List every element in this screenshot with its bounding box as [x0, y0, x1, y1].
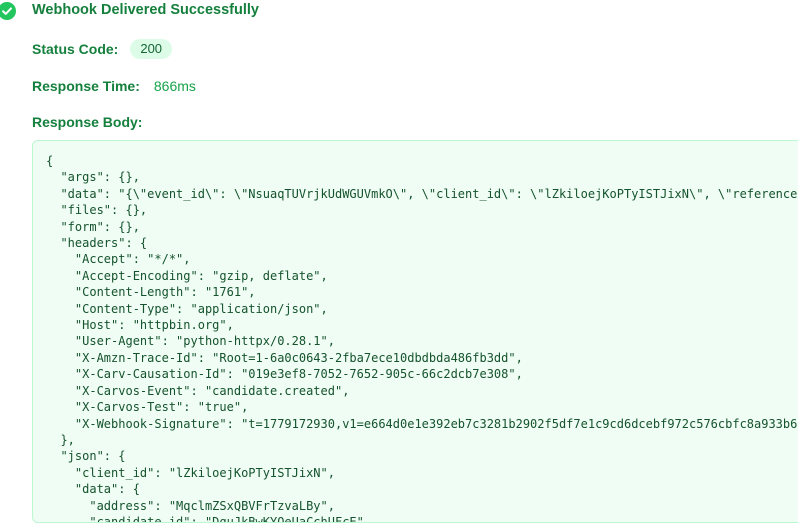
- result-title: Webhook Delivered Successfully: [32, 2, 259, 18]
- status-code-row: Status Code: 200: [32, 39, 173, 59]
- response-time-value: 866ms: [153, 78, 196, 94]
- response-body-label: Response Body:: [32, 114, 143, 130]
- status-code-label: Status Code:: [32, 41, 119, 57]
- status-code-badge: 200: [130, 39, 173, 59]
- response-body-json: { "args": {}, "data": "{\"event_id\": \"…: [46, 154, 798, 523]
- response-body-code-block[interactable]: { "args": {}, "data": "{\"event_id\": \"…: [32, 140, 798, 523]
- response-time-row: Response Time: 866ms: [32, 76, 196, 96]
- response-body-row: Response Body:: [32, 112, 142, 132]
- response-time-label: Response Time:: [32, 78, 140, 94]
- check-circle-icon: [0, 2, 16, 20]
